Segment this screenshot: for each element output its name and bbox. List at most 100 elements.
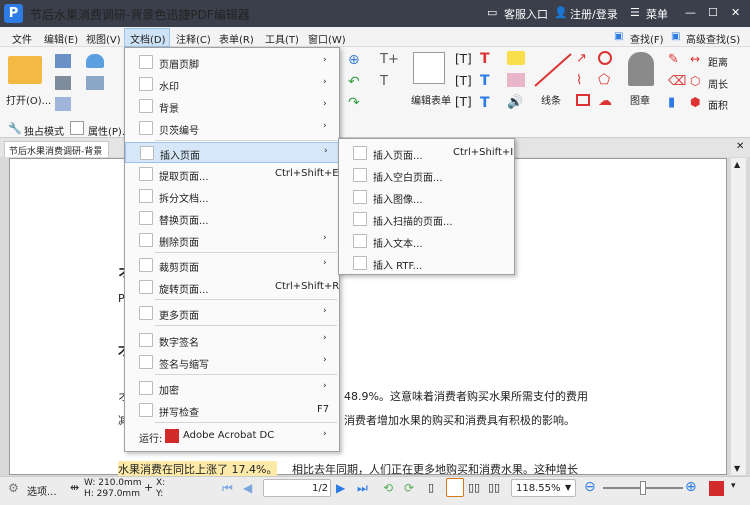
scroll-up-icon[interactable]: ▲ — [734, 160, 740, 169]
scroll-down-icon[interactable]: ▼ — [734, 464, 740, 473]
submenu-insert-image[interactable]: 插入图像... — [339, 187, 514, 208]
menu-edit[interactable]: 编辑(E) — [44, 31, 78, 46]
solo-mode-button[interactable]: 独占模式 — [24, 123, 64, 138]
prev-page-icon[interactable]: ◀ — [243, 481, 252, 495]
menu-item-watermark[interactable]: 水印 › — [125, 74, 339, 95]
menu-window[interactable]: 窗口(W) — [308, 31, 346, 46]
menu-view[interactable]: 视图(V) — [86, 31, 121, 46]
doc-tab[interactable]: 节后水果消费调研-背景色 — [4, 141, 109, 170]
menu-item-header-footer[interactable]: 页眉页脚 › — [125, 52, 339, 73]
textbox-blue-icon[interactable]: T — [480, 73, 490, 89]
line-icon[interactable] — [533, 52, 573, 88]
zoom-slider-handle[interactable] — [640, 481, 646, 495]
highlight-icon[interactable]: ▮ — [668, 95, 675, 110]
menu-item-more-pages[interactable]: 更多页面 › — [125, 303, 339, 324]
callout-icon[interactable]: T — [480, 95, 490, 111]
rotate-right-icon[interactable]: ↷ — [348, 95, 360, 111]
field-area-icon[interactable]: [T] — [455, 74, 472, 88]
menu-item-bates[interactable]: 贝茨编号 › — [125, 118, 339, 139]
menu-item-spell-check[interactable]: 拼写检查 F7 — [125, 400, 339, 421]
attach-icon[interactable] — [507, 73, 525, 87]
open-button[interactable]: 打开(O)... — [6, 92, 51, 107]
find-button[interactable]: 查找(F) — [630, 31, 664, 46]
menu-tools[interactable]: 工具(T) — [265, 31, 299, 46]
menu-item-replace-pages[interactable]: 替换页面... — [125, 208, 339, 229]
menu-item-rotate-pages[interactable]: 旋转页面... Ctrl+Shift+R — [125, 277, 339, 298]
menu-item-extract-pages[interactable]: 提取页面... Ctrl+Shift+E — [125, 164, 339, 185]
facing-pages-icon[interactable]: ▯▯ — [468, 481, 480, 494]
typewriter-icon[interactable]: T — [480, 51, 490, 67]
support-link[interactable]: 客服入口 — [504, 6, 548, 22]
area-button[interactable]: 面积 — [708, 97, 728, 112]
edit-form-icon[interactable] — [413, 52, 445, 84]
polyline-icon[interactable]: ⌇ — [576, 73, 582, 88]
options-button[interactable]: 选项... — [27, 483, 57, 498]
single-page-icon[interactable]: ▯ — [428, 481, 434, 494]
distance-button[interactable]: 距离 — [708, 54, 728, 69]
submenu-insert-scanned[interactable]: 插入扫描的页面... — [339, 209, 514, 230]
sticky-note-icon[interactable] — [507, 51, 525, 65]
zoom-select[interactable]: 118.55% ▼ — [511, 479, 576, 497]
ellipse-icon[interactable] — [598, 51, 612, 65]
menu-item-digital-signature[interactable]: 数字签名 › — [125, 330, 339, 351]
menu-item-insert-pages[interactable]: 插入页面 › — [125, 142, 339, 163]
vertical-scrollbar[interactable] — [731, 158, 746, 475]
menu-document[interactable]: 文档(D) — [130, 31, 166, 46]
login-link[interactable]: 注册/登录 — [570, 6, 618, 22]
submenu-insert-blank[interactable]: 插入空白页面... — [339, 165, 514, 186]
cover-pages-icon[interactable]: ▯▯ — [488, 481, 500, 494]
last-page-icon[interactable]: ⏭ — [357, 481, 368, 496]
scan-icon[interactable] — [86, 76, 104, 90]
page-number-field[interactable]: 1/2 — [263, 479, 331, 497]
menu-item-encrypt[interactable]: 加密 › — [125, 378, 339, 399]
zoom-out-icon[interactable]: ⊖ — [584, 479, 596, 495]
perimeter-button[interactable]: 周长 — [708, 76, 728, 91]
pencil-icon[interactable]: ✎ — [668, 52, 679, 67]
field-box-icon[interactable]: [T] — [455, 95, 472, 109]
print-icon[interactable] — [55, 76, 71, 90]
menu-item-split-document[interactable]: 拆分文档... — [125, 186, 339, 207]
submenu-insert-text[interactable]: 插入文本... — [339, 231, 514, 252]
minimize-icon[interactable]: — — [685, 6, 696, 19]
menu-item-sign-initials[interactable]: 签名与缩写 › — [125, 352, 339, 373]
adv-find-button[interactable]: 高级查找(S) — [686, 31, 740, 46]
pdf-icon[interactable] — [709, 481, 724, 496]
menu-item-background[interactable]: 背景 › — [125, 96, 339, 117]
line-button[interactable]: 线条 — [541, 92, 561, 107]
polygon-icon[interactable]: ⬠ — [598, 72, 610, 88]
rotate-left-icon[interactable]: ↶ — [348, 74, 360, 90]
menu-item-delete-pages[interactable]: 删除页面 › — [125, 230, 339, 251]
maximize-icon[interactable]: ☐ — [708, 6, 718, 19]
sound-icon[interactable]: 🔊 — [507, 95, 523, 110]
open-folder-icon[interactable] — [8, 56, 42, 84]
submenu-insert-pages[interactable]: 插入页面... Ctrl+Shift+I — [339, 143, 514, 164]
menu-item-run-acrobat[interactable]: 运行: Adobe Acrobat DC › — [125, 426, 339, 447]
menu-comment[interactable]: 注释(C) — [176, 31, 211, 46]
status-more-icon[interactable]: ▾ — [731, 481, 736, 491]
eraser-icon[interactable]: ⌫ — [668, 74, 686, 89]
field-text-icon[interactable]: [T] — [455, 52, 472, 66]
edit-form-button[interactable]: 编辑表单 — [411, 92, 451, 107]
close-tab-icon[interactable]: ✕ — [736, 141, 744, 152]
zoom-in-icon[interactable]: ⊕ — [348, 52, 360, 68]
forward-icon[interactable]: ⟳ — [404, 481, 414, 495]
continuous-page-icon[interactable] — [446, 478, 464, 497]
stamp-button[interactable]: 图章 — [630, 92, 650, 107]
stamp-icon[interactable] — [628, 52, 654, 86]
zoom-in-status-icon[interactable]: ⊕ — [685, 479, 697, 495]
arrow-shape-icon[interactable]: ↗ — [576, 51, 587, 66]
cloud-shape-icon[interactable]: ☁ — [598, 93, 612, 109]
add-text-icon[interactable]: T+ — [380, 52, 399, 67]
rectangle-icon[interactable] — [576, 94, 590, 106]
gear-icon[interactable]: ⚙ — [8, 481, 19, 495]
cloud-icon[interactable] — [86, 54, 104, 68]
text-box-icon[interactable]: T — [380, 74, 388, 89]
submenu-insert-rtf[interactable]: 插入 RTF... — [339, 253, 514, 274]
menu-item-crop-pages[interactable]: 裁剪页面 › — [125, 255, 339, 276]
menu-form[interactable]: 表单(R) — [219, 31, 254, 46]
next-page-icon[interactable]: ▶ — [336, 481, 345, 495]
back-icon[interactable]: ⟲ — [383, 481, 393, 495]
save-icon[interactable] — [55, 54, 71, 68]
close-icon[interactable]: ✕ — [731, 6, 740, 19]
menu-link[interactable]: 菜单 — [646, 6, 668, 22]
